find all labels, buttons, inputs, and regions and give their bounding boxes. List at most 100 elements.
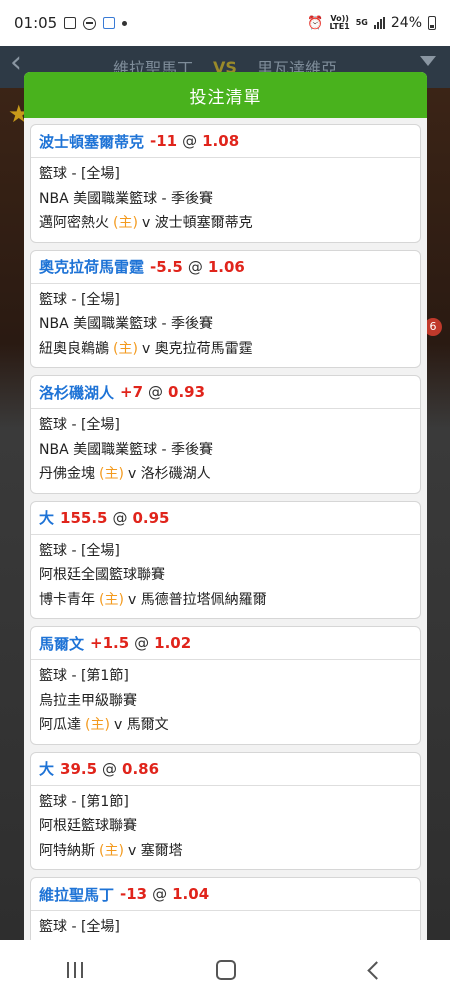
bet-selection: 奧克拉荷馬雷霆	[39, 258, 145, 276]
home-indicator: (主)	[99, 842, 124, 859]
bet-sport: 籃球 - [全場]	[39, 291, 120, 308]
network-type: 5G	[355, 18, 368, 27]
bet-league: NBA 美國職業籃球 - 季後賽	[39, 316, 214, 332]
matchup-away-team: 波士頓塞爾蒂克	[154, 215, 253, 231]
navigation-bar	[0, 940, 450, 1000]
signal-icon	[373, 17, 385, 29]
bet-line: 155.5	[60, 508, 108, 527]
bet-selection: 馬爾文	[39, 634, 85, 653]
bet-list[interactable]: 波士頓塞爾蒂克 -11 @ 1.08 籃球 - [全場] NBA 美國職業籃球 …	[24, 118, 427, 952]
bet-matchup: 邁阿密熱火 (主) v 波士頓塞爾蒂克	[39, 211, 412, 236]
bet-odds: 1.04	[172, 885, 210, 903]
bet-title: 大 155.5 @ 0.95	[31, 502, 420, 535]
bet-selection: 大	[39, 760, 55, 778]
do-not-disturb-icon	[83, 16, 97, 30]
matchup-away-team: 洛杉磯湖人	[140, 466, 211, 482]
bet-sport: 籃球 - [全場]	[39, 166, 120, 182]
matchup-v: v	[127, 842, 137, 859]
bet-card[interactable]: 洛杉磯湖人 +7 @ 0.93 籃球 - [全場] NBA 美國職業籃球 - 季…	[30, 375, 421, 494]
status-bar: 01:05 ⏰ Vo)) LTE1 5G 24%	[0, 0, 450, 46]
matchup-away-team: 馬德普拉塔佩納羅爾	[140, 591, 267, 608]
home-icon[interactable]	[216, 960, 237, 980]
back-icon[interactable]	[367, 960, 386, 980]
bet-odds: 1.06	[207, 257, 245, 276]
bet-card[interactable]: 馬爾文 +1.5 @ 1.02 籃球 - [第1節] 烏拉圭甲級聯賽 阿瓜達 (主…	[30, 626, 421, 745]
bet-league: NBA 美國職業籃球 - 季後賽	[39, 190, 214, 207]
matchup-away-team: 奧克拉荷馬雷霆	[154, 340, 253, 357]
bet-sport: 籃球 - [第1節]	[39, 793, 129, 810]
bet-sport: 籃球 - [第1節]	[39, 668, 129, 684]
gallery-icon	[64, 17, 77, 29]
matchup-home-team: 阿特納斯	[39, 842, 95, 859]
matchup-v: v	[127, 466, 137, 482]
battery-icon	[428, 16, 436, 30]
bet-league: NBA 美國職業籃球 - 季後賽	[39, 441, 214, 458]
bet-line: -5.5	[150, 257, 183, 276]
status-left: 01:05	[14, 14, 128, 32]
home-indicator: (主)	[99, 591, 124, 608]
matchup-away-team: 馬爾文	[126, 717, 169, 733]
bet-odds: 1.02	[154, 634, 192, 652]
bet-title: 奧克拉荷馬雷霆 -5.5 @ 1.06	[31, 251, 420, 284]
back-arrow-icon[interactable]: ‹	[10, 48, 22, 78]
matchup-v: v	[141, 340, 151, 357]
bet-details: 籃球 - [第1節] 烏拉圭甲級聯賽 阿瓜達 (主) v 馬爾文	[31, 660, 420, 744]
bet-league: 阿根廷全國籃球聯賽	[39, 567, 165, 583]
matchup-away-team: 塞爾塔	[140, 842, 183, 859]
bet-selection: 洛杉磯湖人	[39, 383, 115, 402]
bet-title: 馬爾文 +1.5 @ 1.02	[31, 627, 420, 660]
at-symbol: @	[152, 885, 168, 903]
bet-odds: 0.93	[168, 383, 206, 401]
matchup-v: v	[141, 215, 151, 231]
bet-details: 籃球 - [第1節] 阿根廷籃球聯賽 阿特納斯 (主) v 塞爾塔	[31, 786, 420, 870]
bet-title: 波士頓塞爾蒂克 -11 @ 1.08	[31, 125, 420, 158]
bet-league: 烏拉圭甲級聯賽	[39, 692, 137, 709]
bet-league: 阿根廷籃球聯賽	[39, 818, 137, 834]
matchup-v: v	[113, 717, 123, 733]
at-symbol: @	[102, 759, 118, 778]
matchup-v: v	[127, 591, 137, 608]
bet-sport: 籃球 - [全場]	[39, 417, 120, 433]
matchup-home-team: 紐奧良鵜鶘	[39, 340, 109, 357]
bet-matchup: 丹佛金塊 (主) v 洛杉磯湖人	[39, 462, 412, 487]
bet-details: 籃球 - [全場] 阿根廷全國籃球聯賽 博卡青年 (主) v 馬德普拉塔佩納羅爾	[31, 535, 420, 619]
at-symbol: @	[182, 132, 198, 150]
at-symbol: @	[148, 383, 164, 401]
battery-percent: 24%	[390, 15, 422, 31]
bet-line: -13	[120, 885, 148, 903]
at-symbol: @	[112, 508, 128, 527]
bet-card[interactable]: 波士頓塞爾蒂克 -11 @ 1.08 籃球 - [全場] NBA 美國職業籃球 …	[30, 124, 421, 243]
matchup-home-team: 邁阿密熱火	[39, 215, 109, 231]
bet-card[interactable]: 大 39.5 @ 0.86 籃球 - [第1節] 阿根廷籃球聯賽 阿特納斯 (主)…	[30, 751, 421, 870]
home-indicator: (主)	[99, 466, 124, 482]
bet-sport: 籃球 - [全場]	[39, 919, 120, 935]
volte-indicator: Vo)) LTE1	[329, 14, 350, 31]
modal-header: 投注清單	[24, 72, 427, 118]
alarm-icon: ⏰	[307, 15, 324, 31]
bet-line: 39.5	[60, 759, 98, 778]
bet-card[interactable]: 奧克拉荷馬雷霆 -5.5 @ 1.06 籃球 - [全場] NBA 美國職業籃球…	[30, 249, 421, 368]
bet-title: 大 39.5 @ 0.86	[31, 753, 420, 786]
bet-slip-modal: 投注清單 波士頓塞爾蒂克 -11 @ 1.08 籃球 - [全場] NBA 美國…	[24, 72, 427, 952]
recent-apps-icon[interactable]	[66, 962, 83, 978]
app-notification-icon	[103, 17, 116, 29]
bet-matchup: 博卡青年 (主) v 馬德普拉塔佩納羅爾	[39, 588, 412, 613]
matchup-home-team: 阿瓜達	[39, 717, 81, 733]
bet-odds: 0.86	[122, 759, 160, 778]
home-indicator: (主)	[113, 215, 138, 231]
bet-matchup: 阿瓜達 (主) v 馬爾文	[39, 713, 412, 738]
bet-matchup: 紐奧良鵜鶘 (主) v 奧克拉荷馬雷霆	[39, 337, 412, 362]
at-symbol: @	[134, 634, 150, 652]
bet-line: +1.5	[90, 634, 130, 652]
bet-details: 籃球 - [全場] NBA 美國職業籃球 - 季後賽 丹佛金塊 (主) v 洛杉磯湖…	[31, 409, 420, 493]
bet-sport: 籃球 - [全場]	[39, 542, 120, 559]
matchup-home-team: 博卡青年	[39, 591, 95, 608]
at-symbol: @	[187, 257, 203, 276]
modal-title: 投注清單	[189, 87, 262, 108]
bet-card[interactable]: 大 155.5 @ 0.95 籃球 - [全場] 阿根廷全國籃球聯賽 博卡青年(…	[30, 500, 421, 619]
clock: 01:05	[14, 14, 58, 32]
bet-details: 籃球 - [全場] NBA 美國職業籃球 - 季後賽 邁阿密熱火 (主) v 波士頓…	[31, 158, 420, 242]
dropdown-arrow-icon[interactable]	[420, 56, 436, 66]
bet-odds: 0.95	[132, 508, 170, 527]
bet-odds: 1.08	[202, 132, 240, 150]
